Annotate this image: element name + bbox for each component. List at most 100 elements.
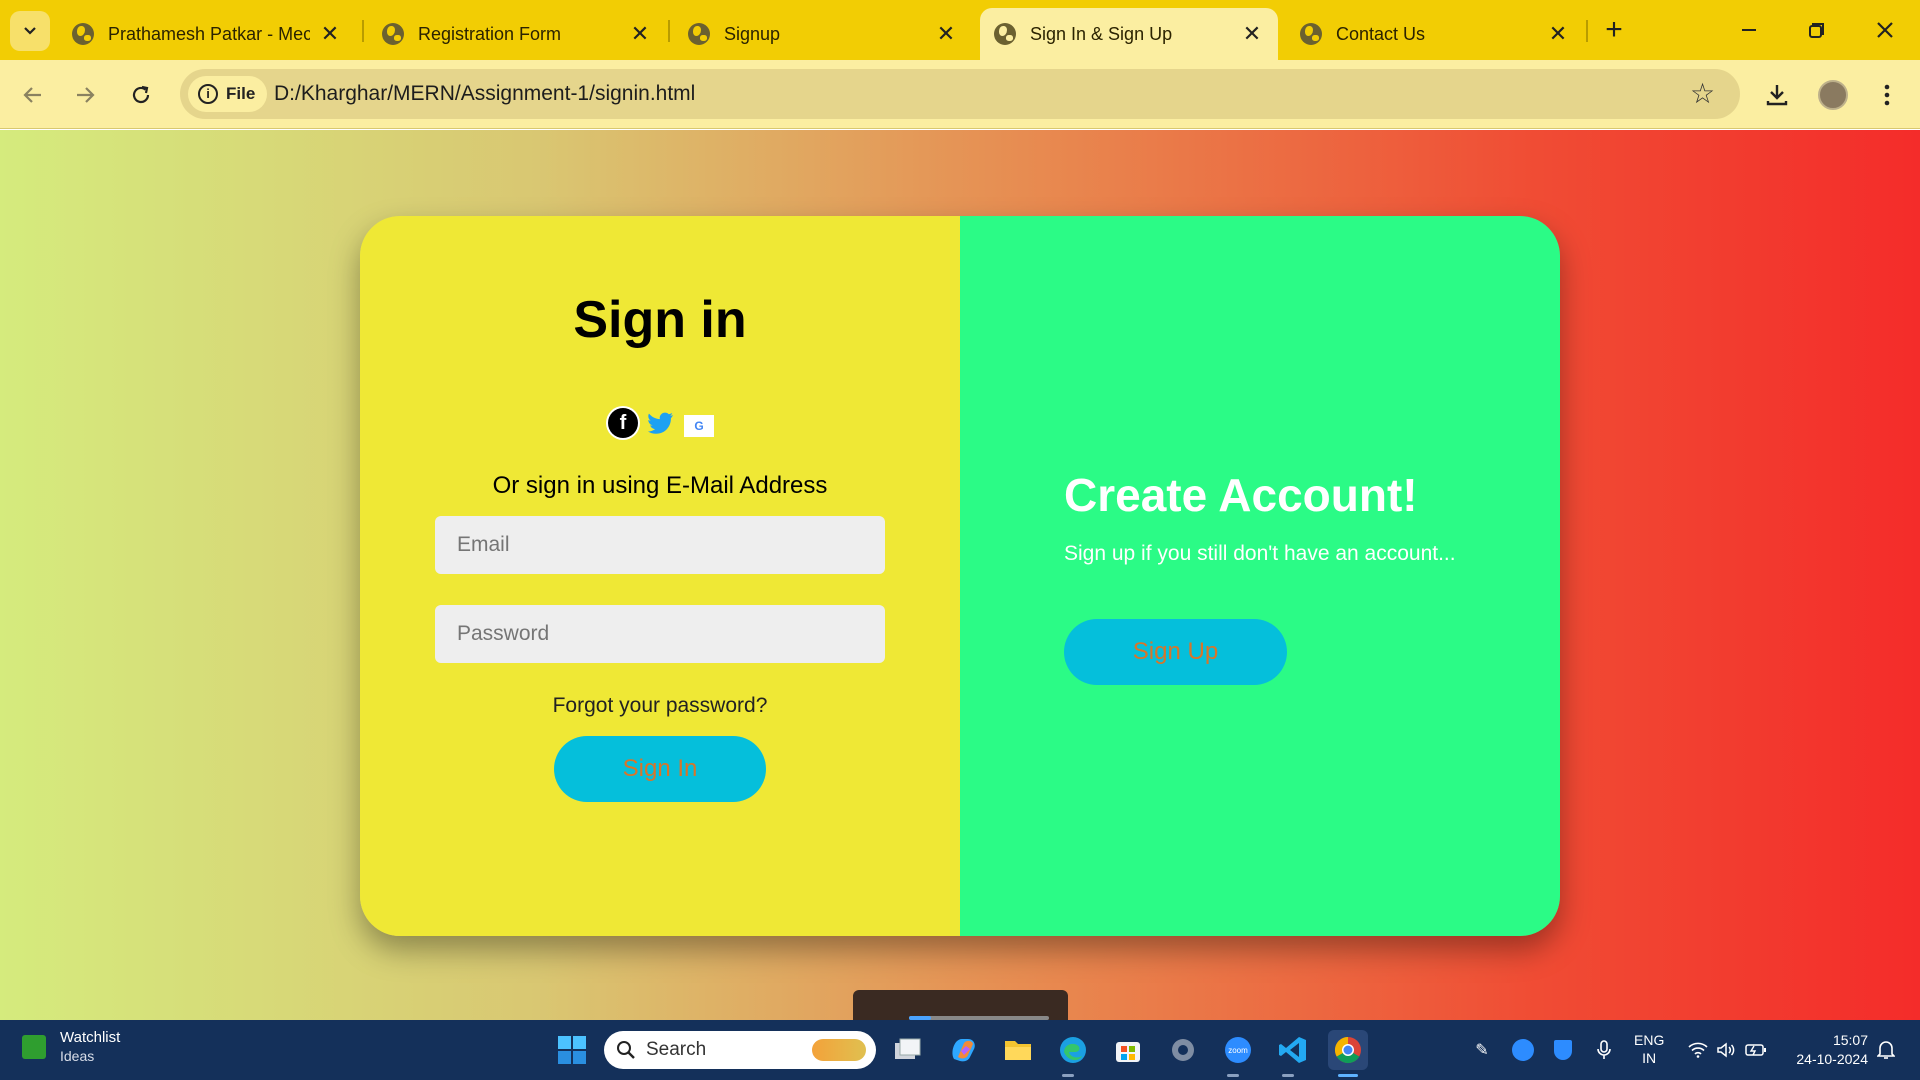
auth-card: Sign in f G Or sign in using E-Mail Addr… (360, 216, 1560, 936)
signin-title: Sign in (573, 291, 747, 349)
globe-icon (72, 23, 94, 45)
pen-icon[interactable]: ✎ (1466, 1034, 1498, 1066)
windows-icon (558, 1036, 586, 1064)
lang-code: ENG (1634, 1032, 1665, 1048)
tab-contact-us[interactable]: Contact Us ✕ (1286, 8, 1584, 60)
zoom-button[interactable]: zoom (1218, 1030, 1258, 1070)
vscode-icon (1279, 1037, 1306, 1063)
close-tab-icon[interactable]: ✕ (934, 21, 958, 47)
back-button[interactable] (14, 76, 52, 114)
forgot-password-link[interactable]: Forgot your password? (360, 694, 960, 718)
globe-icon (1300, 23, 1322, 45)
close-window-button[interactable] (1860, 10, 1910, 50)
forward-button[interactable] (66, 76, 104, 114)
file-label: File (226, 84, 256, 103)
volume-icon[interactable] (1710, 1034, 1742, 1066)
copilot-button[interactable] (943, 1030, 983, 1070)
arrow-left-icon (23, 87, 41, 103)
tab-search-button[interactable] (10, 11, 50, 51)
more-vert-icon (1884, 84, 1890, 106)
browser-toolbar: i File D:/Kharghar/MERN/Assignment-1/sig… (0, 60, 1920, 129)
avatar (1818, 80, 1848, 110)
signup-panel: Create Account! Sign up if you still don… (960, 216, 1560, 936)
svg-text:zoom: zoom (1228, 1046, 1248, 1055)
taskbar-search[interactable]: Search (604, 1031, 876, 1069)
reload-button[interactable] (122, 76, 160, 114)
tab-signup[interactable]: Signup ✕ (674, 8, 972, 60)
chevron-down-icon (24, 27, 36, 35)
chrome-icon (1334, 1036, 1361, 1064)
search-icon (617, 1041, 635, 1059)
menu-button[interactable] (1868, 76, 1906, 114)
gear-icon (1172, 1039, 1194, 1061)
widget-subtitle: Ideas (60, 1048, 95, 1064)
close-tab-icon[interactable]: ✕ (1546, 21, 1570, 47)
watchlist-widget[interactable]: Watchlist Ideas (22, 1028, 120, 1066)
store-button[interactable] (1108, 1030, 1148, 1070)
task-view-button[interactable] (888, 1030, 928, 1070)
globe-icon (688, 23, 710, 45)
zoom-icon: zoom (1225, 1037, 1251, 1063)
vscode-button[interactable] (1273, 1030, 1313, 1070)
running-indicator (1282, 1074, 1294, 1077)
tab-registration-form[interactable]: Registration Form ✕ (368, 8, 666, 60)
reload-icon (132, 85, 150, 104)
active-indicator (1338, 1074, 1358, 1077)
stock-widget-icon (22, 1035, 46, 1059)
bookmark-star-icon[interactable]: ☆ (1690, 77, 1715, 110)
edge-icon (1060, 1037, 1086, 1063)
globe-icon (382, 23, 404, 45)
downloads-button[interactable] (1758, 76, 1796, 114)
clock[interactable]: 15:07 24-10-2024 (1780, 1031, 1868, 1069)
zoom-tray-icon[interactable] (1507, 1034, 1539, 1066)
restore-icon (1809, 23, 1824, 38)
start-button[interactable] (552, 1030, 592, 1070)
page-background: Sign in f G Or sign in using E-Mail Addr… (0, 130, 1920, 1020)
clock-date: 24-10-2024 (1796, 1051, 1868, 1067)
tab-title: Prathamesh Patkar - Mecha (108, 23, 310, 44)
tab-divider (668, 20, 670, 42)
signin-panel: Sign in f G Or sign in using E-Mail Addr… (360, 216, 960, 936)
battery-icon[interactable] (1740, 1034, 1772, 1066)
close-tab-icon[interactable]: ✕ (1240, 21, 1264, 47)
language-indicator[interactable]: ENG IN (1634, 1031, 1664, 1067)
arrow-right-icon (77, 87, 95, 103)
tab-prathamesh[interactable]: Prathamesh Patkar - Mecha ✕ (58, 8, 356, 60)
tab-sign-in-sign-up[interactable]: Sign In & Sign Up ✕ (980, 8, 1278, 60)
minimize-icon (1742, 29, 1756, 31)
minimize-button[interactable] (1724, 10, 1774, 50)
tab-title: Sign In & Sign Up (1030, 23, 1173, 44)
security-shield-icon[interactable] (1547, 1034, 1579, 1066)
notifications-icon[interactable] (1870, 1034, 1902, 1066)
email-input[interactable] (435, 516, 885, 574)
clock-time: 15:07 (1832, 1032, 1868, 1048)
settings-button[interactable] (1163, 1030, 1203, 1070)
restore-button[interactable] (1792, 10, 1842, 50)
taskbar: Watchlist Ideas Search zoom ✎ ENG IN 15:… (0, 1020, 1920, 1080)
region-code: IN (1642, 1050, 1657, 1066)
password-input[interactable] (435, 605, 885, 663)
site-info-chip[interactable]: i File (188, 76, 268, 112)
chrome-button[interactable] (1328, 1030, 1368, 1070)
close-tab-icon[interactable]: ✕ (628, 21, 652, 47)
tab-title: Contact Us (1336, 23, 1426, 44)
address-bar[interactable]: i File D:/Kharghar/MERN/Assignment-1/sig… (180, 69, 1740, 119)
create-account-title: Create Account! (1064, 469, 1418, 521)
facebook-icon[interactable]: f (608, 408, 638, 438)
tab-divider (1586, 20, 1588, 42)
file-explorer-button[interactable] (998, 1030, 1038, 1070)
brightness-flyout (853, 990, 1068, 1020)
google-icon[interactable]: G (684, 415, 714, 437)
sign-in-button[interactable]: Sign In (554, 736, 766, 802)
twitter-icon[interactable] (646, 409, 676, 437)
microphone-icon[interactable] (1588, 1034, 1620, 1066)
folder-icon (1005, 1041, 1031, 1060)
profile-button[interactable] (1814, 76, 1852, 114)
sign-up-button[interactable]: Sign Up (1064, 619, 1287, 685)
close-tab-icon[interactable]: ✕ (318, 21, 342, 47)
url-text[interactable]: D:/Kharghar/MERN/Assignment-1/signin.htm… (274, 82, 695, 106)
edge-button[interactable] (1053, 1030, 1093, 1070)
new-tab-button[interactable]: + (1598, 14, 1630, 46)
store-icon (1116, 1042, 1140, 1062)
tab-title: Signup (724, 23, 781, 44)
